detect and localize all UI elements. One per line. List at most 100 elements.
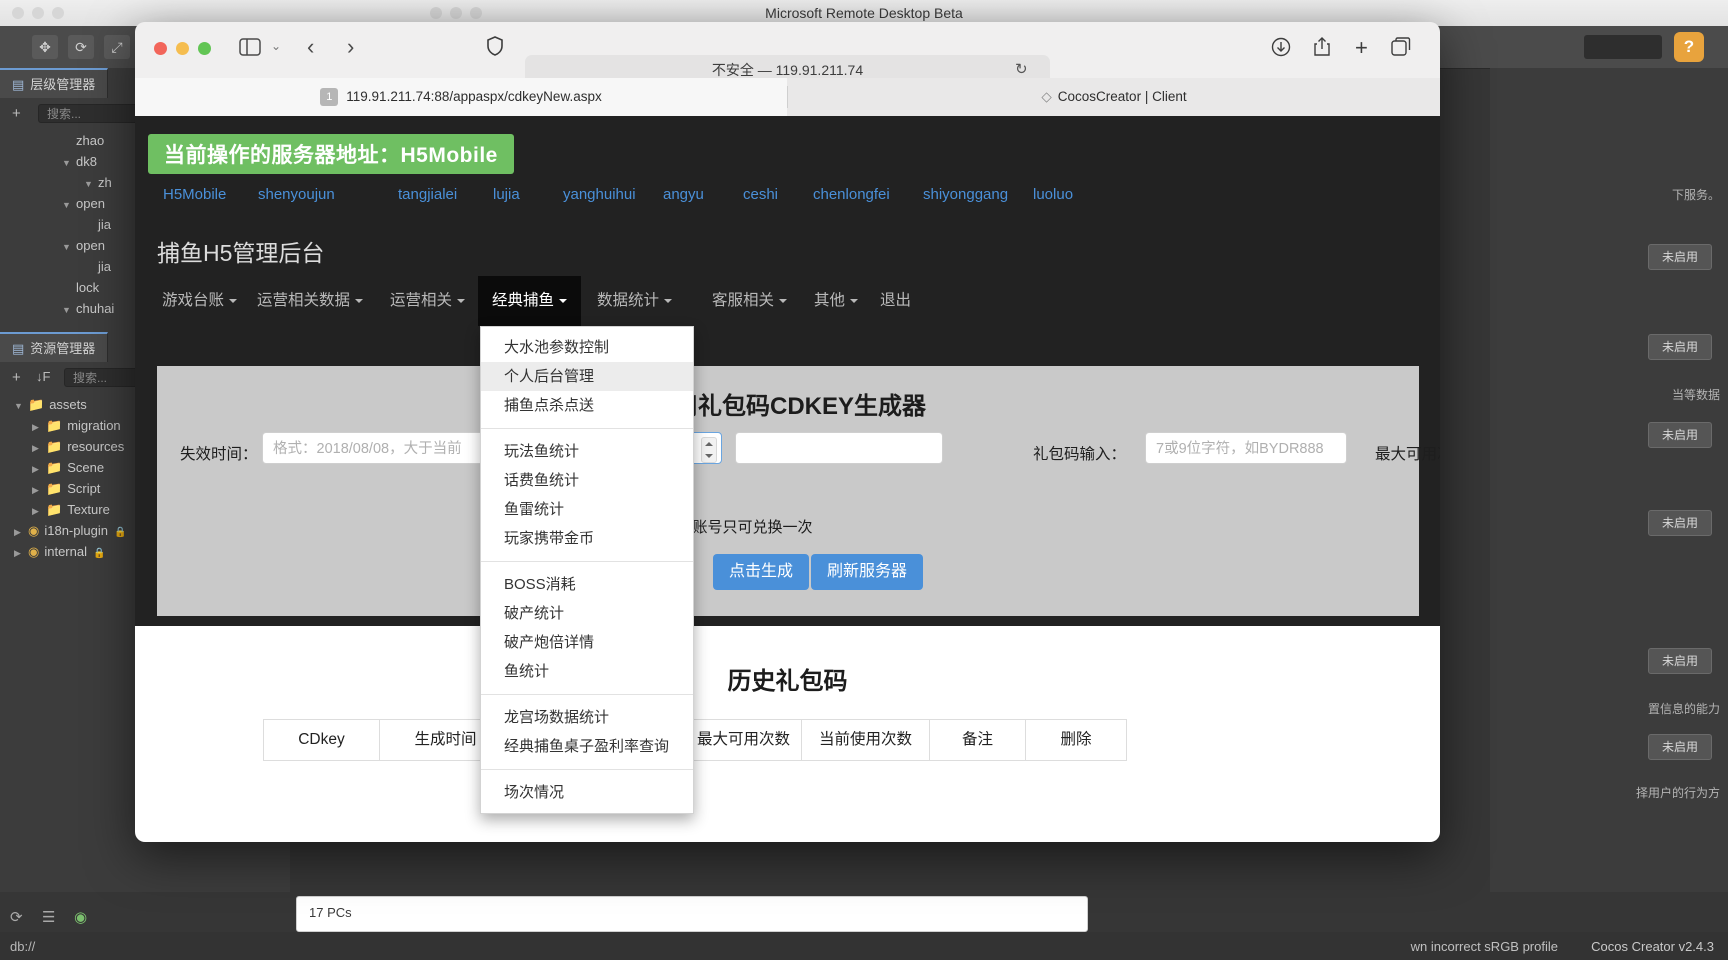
table-header-cell: 删除: [1026, 720, 1126, 760]
plus-icon[interactable]: +: [1355, 35, 1368, 61]
dropdown-item[interactable]: BOSS消耗: [481, 570, 693, 599]
disclosure-triangle-icon[interactable]: ▶: [32, 459, 42, 478]
disclosure-triangle-icon[interactable]: ▶: [14, 543, 24, 562]
server-link-angyu[interactable]: angyu: [663, 186, 704, 203]
shield-icon[interactable]: [487, 36, 503, 61]
add-node-button[interactable]: +: [12, 105, 21, 122]
dropdown-item[interactable]: 破产炮倍详情: [481, 628, 693, 657]
disclosure-triangle-icon[interactable]: ▶: [14, 522, 24, 541]
db-url-label: db://: [10, 939, 35, 954]
dropdown-item[interactable]: 话费鱼统计: [481, 466, 693, 495]
safari-maximize-button[interactable]: [198, 42, 211, 55]
menu-item-5[interactable]: 客服相关: [698, 276, 801, 326]
dropdown-item[interactable]: 场次情况: [481, 778, 693, 807]
dropdown-item[interactable]: 玩法鱼统计: [481, 437, 693, 466]
server-link-luoluo[interactable]: luoluo: [1033, 186, 1073, 203]
disclosure-triangle-icon[interactable]: ▼: [84, 174, 94, 193]
browser-tab-0[interactable]: 1119.91.211.74:88/appaspx/cdkeyNew.aspx: [135, 78, 787, 116]
server-link-chenlongfei[interactable]: chenlongfei: [813, 186, 890, 203]
rotate-tool-icon[interactable]: ⟳: [68, 35, 94, 59]
help-button[interactable]: ?: [1674, 32, 1704, 62]
menu-item-0[interactable]: 游戏台账: [148, 276, 251, 326]
share-icon[interactable]: [1313, 36, 1331, 62]
disclosure-triangle-icon[interactable]: ▶: [32, 480, 42, 499]
back-icon[interactable]: ‹: [307, 34, 314, 60]
inspector-toggle-0[interactable]: 未启用: [1648, 244, 1712, 270]
disclosure-triangle-icon[interactable]: ▼: [62, 300, 72, 319]
inspector-note-0: 下服务。: [1490, 186, 1720, 203]
server-link-yanghuihui[interactable]: yanghuihui: [563, 186, 636, 203]
chevron-down-icon[interactable]: ⌄: [271, 39, 281, 53]
inspector-toggle-4[interactable]: 未启用: [1648, 648, 1712, 674]
hierarchy-node-label: jia: [98, 217, 111, 232]
inspector-toggle-5[interactable]: 未启用: [1648, 734, 1712, 760]
gift-content-input[interactable]: [735, 432, 943, 464]
safari-window-controls[interactable]: [154, 42, 211, 55]
add-asset-button[interactable]: +: [12, 369, 21, 386]
server-link-shiyonggang[interactable]: shiyonggang: [923, 186, 1008, 203]
dropdown-item[interactable]: 鱼统计: [481, 657, 693, 686]
dropdown-item[interactable]: 个人后台管理: [481, 362, 693, 391]
disclosure-triangle-icon[interactable]: ▼: [62, 153, 72, 172]
menu-item-3[interactable]: 经典捕鱼: [478, 276, 581, 326]
asset-node-label: migration: [67, 418, 120, 433]
disclosure-triangle-icon[interactable]: ▼: [14, 396, 24, 415]
safari-close-button[interactable]: [154, 42, 167, 55]
dropdown-item[interactable]: 破产统计: [481, 599, 693, 628]
hierarchy-panel-tab[interactable]: ▤层级管理器: [0, 68, 108, 98]
refresh-server-button[interactable]: 刷新服务器: [811, 554, 923, 590]
generate-button[interactable]: 点击生成: [713, 554, 809, 590]
menu-item-2[interactable]: 运营相关: [376, 276, 479, 326]
inspector-toggle-3[interactable]: 未启用: [1648, 510, 1712, 536]
scale-tool-icon[interactable]: ⤢: [104, 35, 130, 59]
server-link-lujia[interactable]: lujia: [493, 186, 520, 203]
tab-overview-icon[interactable]: [1391, 37, 1411, 61]
dropdown-item[interactable]: 玩家携带金币: [481, 524, 693, 553]
dropdown-item[interactable]: 龙宫场数据统计: [481, 703, 693, 732]
lock-icon: 🔒: [114, 527, 126, 538]
classic-fishing-dropdown[interactable]: 大水池参数控制个人后台管理捕鱼点杀点送玩法鱼统计话费鱼统计鱼雷统计玩家携带金币 B…: [480, 326, 694, 814]
gift-code-input[interactable]: 7或9位字符，如BYDR888: [1145, 432, 1347, 464]
server-link-ceshi[interactable]: ceshi: [743, 186, 778, 203]
move-tool-icon[interactable]: ✥: [32, 35, 58, 59]
sync-icon[interactable]: ⟳: [10, 908, 23, 926]
sidebar-icon[interactable]: [239, 38, 261, 61]
editor-search-box[interactable]: [1584, 35, 1662, 59]
dropdown-item[interactable]: 大水池参数控制: [481, 333, 693, 362]
chevron-down-icon: [664, 299, 672, 303]
hierarchy-node-label: chuhai: [76, 301, 114, 316]
disclosure-triangle-icon[interactable]: ▶: [32, 501, 42, 520]
menu-item-7[interactable]: 退出: [866, 276, 925, 326]
browser-tab-1[interactable]: ◇CocosCreator | Client: [788, 78, 1440, 116]
server-link-tangjialei[interactable]: tangjialei: [398, 186, 457, 203]
disclosure-triangle-icon[interactable]: ▼: [62, 237, 72, 256]
download-icon[interactable]: [1271, 37, 1291, 62]
dropdown-item[interactable]: 鱼雷统计: [481, 495, 693, 524]
reload-icon[interactable]: ↻: [1015, 60, 1028, 78]
list-icon[interactable]: ☰: [42, 908, 55, 926]
server-link-h5mobile[interactable]: H5Mobile: [163, 186, 226, 203]
assets-panel-tab[interactable]: ▤资源管理器: [0, 332, 108, 362]
menu-item-6[interactable]: 其他: [800, 276, 872, 326]
menu-item-label: 运营相关: [390, 292, 452, 309]
dropdown-item[interactable]: 经典捕鱼桌子盈利率查询: [481, 732, 693, 761]
console-bar: 17 PCs: [296, 896, 1088, 932]
assets-tab-label: 资源管理器: [30, 341, 95, 356]
stepper-icon[interactable]: [701, 437, 717, 463]
forward-icon[interactable]: ›: [347, 34, 354, 60]
menu-item-4[interactable]: 数据统计: [583, 276, 686, 326]
inspector-toggle-1[interactable]: 未启用: [1648, 334, 1712, 360]
eye-icon[interactable]: ◉: [74, 908, 87, 926]
server-link-shenyoujun[interactable]: shenyoujun: [258, 186, 335, 203]
safari-minimize-button[interactable]: [176, 42, 189, 55]
disclosure-triangle-icon[interactable]: ▼: [62, 195, 72, 214]
dropdown-item[interactable]: 捕鱼点杀点送: [481, 391, 693, 420]
sort-assets-button[interactable]: ↓F: [36, 369, 50, 384]
folder-icon: ◉: [28, 523, 39, 538]
disclosure-triangle-icon[interactable]: ▶: [32, 417, 42, 436]
disclosure-triangle-icon[interactable]: ▶: [32, 438, 42, 457]
inspector-toggle-2[interactable]: 未启用: [1648, 422, 1712, 448]
cocos-version-label: Cocos Creator v2.4.3: [1591, 939, 1714, 954]
menu-separator: [481, 769, 693, 770]
menu-item-1[interactable]: 运营相关数据: [243, 276, 377, 326]
